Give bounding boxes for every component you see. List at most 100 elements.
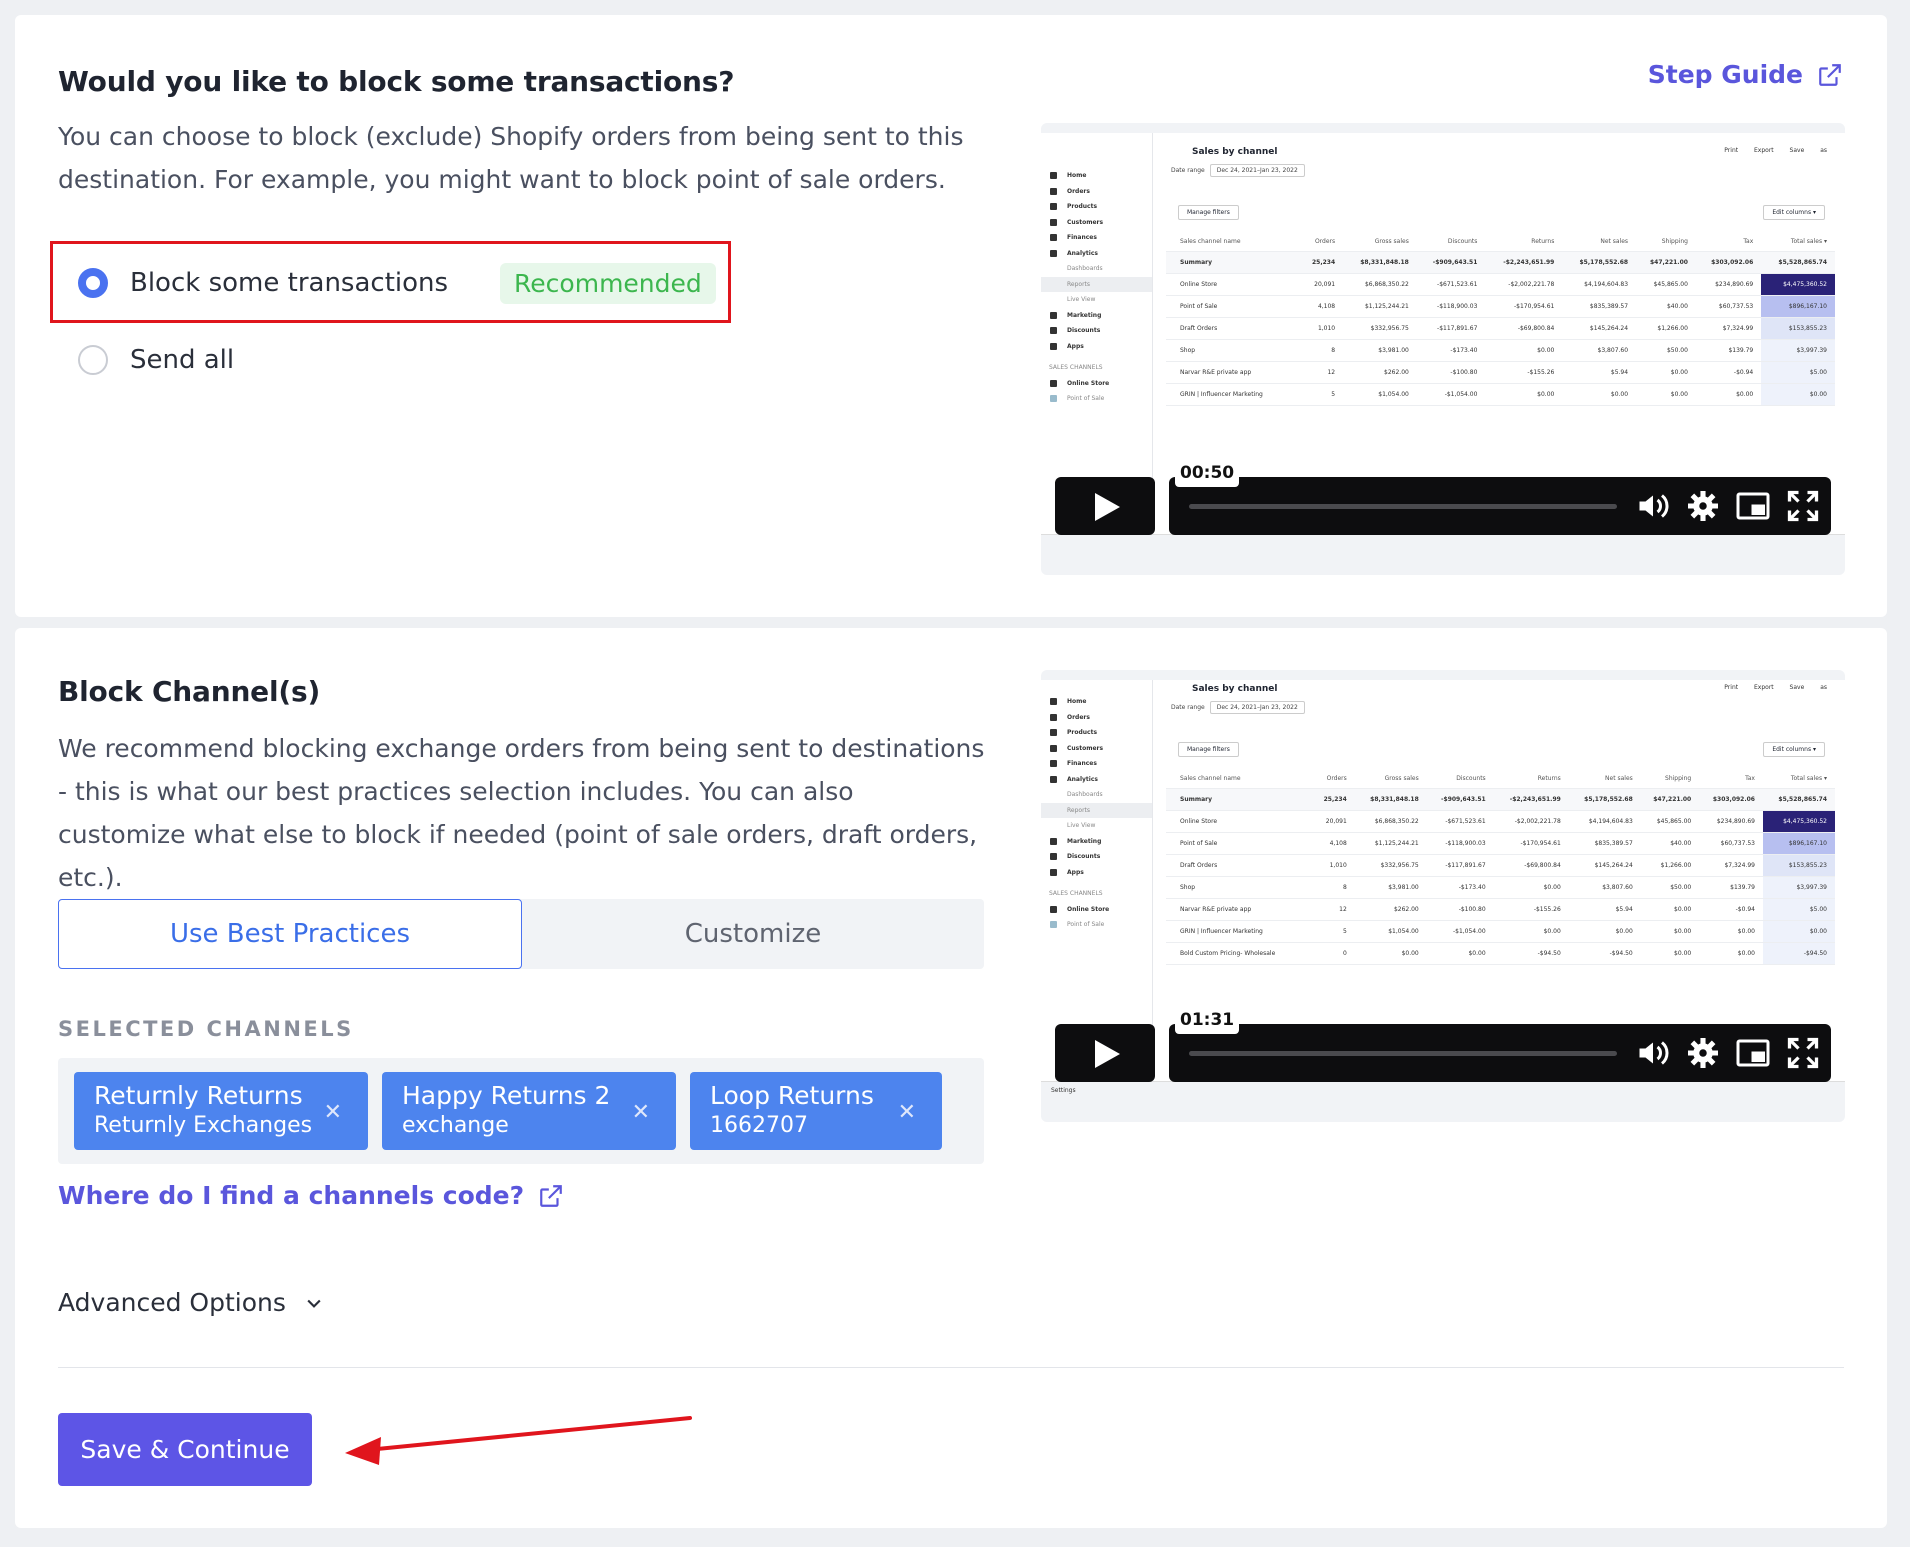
table-row: Online Store 20,091 $6,868,350.22 -$671,523… [1166, 273, 1835, 296]
close-icon[interactable]: ✕ [324, 1100, 342, 1125]
chip-name: Returnly Returns [94, 1081, 303, 1110]
video-manage-filters: Manage filters [1178, 742, 1239, 757]
video-report-title: Sales by channel [1192, 684, 1278, 694]
channel-chip[interactable]: Happy Returns 2 exchange ✕ [382, 1072, 676, 1150]
tab-use-best-practices[interactable]: Use Best Practices [58, 899, 522, 969]
table-row: Sales channel name Orders Gross sales Disco… [1166, 233, 1835, 252]
table-row: Sales channel name Orders Gross sales Disco… [1166, 770, 1835, 789]
video-edit-columns: Edit columns ▾ [1763, 742, 1825, 757]
selected-channels-list: Returnly Returns Returnly Exchanges ✕ Ha… [58, 1058, 984, 1164]
video-play-button[interactable] [1055, 1024, 1155, 1082]
video-report-title: Sales by channel [1192, 147, 1278, 157]
channel-chip[interactable]: Returnly Returns Returnly Exchanges ✕ [74, 1072, 368, 1150]
table-row: Shop 8 $3,981.00 -$173.40 $0.00 $3,807.60 $50.… [1166, 339, 1835, 362]
channel-chip[interactable]: Loop Returns 1662707 ✕ [690, 1072, 942, 1150]
video-play-button[interactable] [1055, 477, 1155, 535]
video-timestamp: 00:50 [1175, 459, 1240, 487]
video-control-bar[interactable] [1169, 477, 1831, 535]
chip-name: Happy Returns 2 [402, 1081, 611, 1110]
picture-in-picture-icon[interactable] [1735, 488, 1771, 524]
video-nav-item: Discounts [1041, 323, 1152, 339]
video-nav-item: SALES CHANNELS [1049, 890, 1103, 897]
video-date-label: Date range [1171, 167, 1205, 174]
table-row: Draft Orders 1,010 $332,956.75 -$117,891.67… [1166, 317, 1835, 340]
video-frame: Home Orders Products Customers Finances … [1041, 680, 1845, 1082]
settings-gear-icon[interactable] [1685, 488, 1721, 524]
radio-selected[interactable] [78, 268, 108, 298]
option-block-some[interactable]: Block some transactions Recommended [78, 258, 716, 308]
video-frame: Home Orders Products Customers Finances … [1041, 133, 1845, 535]
video-progress-track[interactable] [1189, 1051, 1617, 1056]
table-row: Draft Orders 1,010 $332,956.75 -$117,891.67… [1166, 854, 1835, 877]
option-send-all[interactable]: Send all [78, 335, 234, 385]
annotation-arrow [345, 1416, 692, 1465]
close-icon[interactable]: ✕ [632, 1100, 650, 1125]
video-nav-item: Orders [1041, 184, 1152, 200]
fullscreen-icon[interactable] [1785, 1035, 1821, 1071]
settings-gear-icon[interactable] [1685, 1035, 1721, 1071]
close-icon[interactable]: ✕ [898, 1100, 916, 1125]
video-timestamp: 01:31 [1175, 1006, 1240, 1034]
video-nav-item: Customers [1041, 215, 1152, 231]
video-nav-item: Products [1041, 725, 1152, 741]
video-nav-item: Dashboards [1067, 265, 1103, 272]
chip-code: exchange [402, 1113, 509, 1138]
video-date-range: Date range Dec 24, 2021–Jan 23, 2022 [1171, 164, 1305, 177]
advanced-options-label: Advanced Options [58, 1288, 286, 1317]
save-continue-button[interactable]: Save & Continue [58, 1413, 312, 1486]
video-control-bar[interactable] [1169, 1024, 1831, 1082]
step-guide-label: Step Guide [1647, 60, 1803, 89]
block-description: You can choose to block (exclude) Shopif… [58, 122, 964, 194]
tab-customize[interactable]: Customize [522, 899, 984, 969]
block-title: Would you like to block some transaction… [58, 65, 735, 98]
video-nav-item: Apps [1041, 865, 1152, 881]
channels-title: Block Channel(s) [58, 675, 321, 708]
video-date-value: Dec 24, 2021–Jan 23, 2022 [1209, 164, 1305, 177]
video-progress-track[interactable] [1189, 504, 1617, 509]
video-nav-item: Finances [1041, 230, 1152, 246]
volume-icon[interactable] [1635, 1035, 1671, 1071]
external-link-icon [540, 1184, 562, 1207]
video-nav-item: Discounts [1041, 849, 1152, 865]
chip-code: 1662707 [710, 1113, 808, 1138]
channels-description: We recommend blocking exchange orders fr… [58, 734, 985, 892]
advanced-options-toggle[interactable]: Advanced Options [58, 1288, 324, 1317]
video-player-2[interactable]: Home Orders Products Customers Finances … [1041, 670, 1845, 1122]
table-row: GRIN | Influencer Marketing 5 $1,054.00 -$1… [1166, 383, 1835, 406]
video-nav-item: Reports [1041, 276, 1152, 292]
video-table: Sales channel name Orders Gross sales Disco… [1166, 770, 1835, 965]
video-nav-item: Point of Sale [1041, 917, 1152, 933]
step-guide-link[interactable]: Step Guide [1648, 60, 1843, 89]
table-row: Online Store 20,091 $6,868,350.22 -$671,523… [1166, 810, 1835, 833]
video-control-icons [1635, 488, 1821, 524]
selected-channels-label: SELECTED CHANNELS [58, 1017, 354, 1041]
video-nav-item: Home [1041, 694, 1152, 710]
video-nav-item: Reports [1041, 802, 1152, 818]
video-nav-item: SALES CHANNELS [1049, 364, 1103, 371]
table-row: Summary 25,234 $8,331,848.18 -$909,643.51 -$… [1166, 251, 1835, 274]
radio-unselected[interactable] [78, 345, 108, 375]
option-label: Send all [130, 345, 235, 375]
video-player-1[interactable]: Home Orders Products Customers Finances … [1041, 123, 1845, 575]
find-channel-code-link[interactable]: Where do I find a channels code? [58, 1181, 564, 1210]
table-row: Point of Sale 4,108 $1,125,244.21 -$118,900… [1166, 295, 1835, 318]
video-date-label: Date range [1171, 704, 1205, 711]
section-divider [58, 1367, 1844, 1368]
video-control-icons [1635, 1035, 1821, 1071]
video-sidebar: Home Orders Products Customers Finances … [1041, 133, 1153, 534]
video-nav-item: Customers [1041, 741, 1152, 757]
mode-tabs: Use Best Practices Customize [58, 899, 984, 969]
video-date-value: Dec 24, 2021–Jan 23, 2022 [1209, 701, 1305, 714]
video-table: Sales channel name Orders Gross sales Disco… [1166, 233, 1835, 406]
option-label: Block some transactions [130, 268, 449, 298]
video-edit-columns: Edit columns ▾ [1763, 205, 1825, 220]
video-date-range: Date range Dec 24, 2021–Jan 23, 2022 [1171, 701, 1305, 714]
recommended-badge: Recommended [500, 262, 716, 304]
video-nav-item: Marketing [1041, 308, 1152, 324]
picture-in-picture-icon[interactable] [1735, 1035, 1771, 1071]
video-nav-item: Marketing [1041, 834, 1152, 850]
fullscreen-icon[interactable] [1785, 488, 1821, 524]
video-nav-item: Online Store [1041, 376, 1152, 392]
volume-icon[interactable] [1635, 488, 1671, 524]
video-nav-item: Analytics [1041, 246, 1152, 262]
